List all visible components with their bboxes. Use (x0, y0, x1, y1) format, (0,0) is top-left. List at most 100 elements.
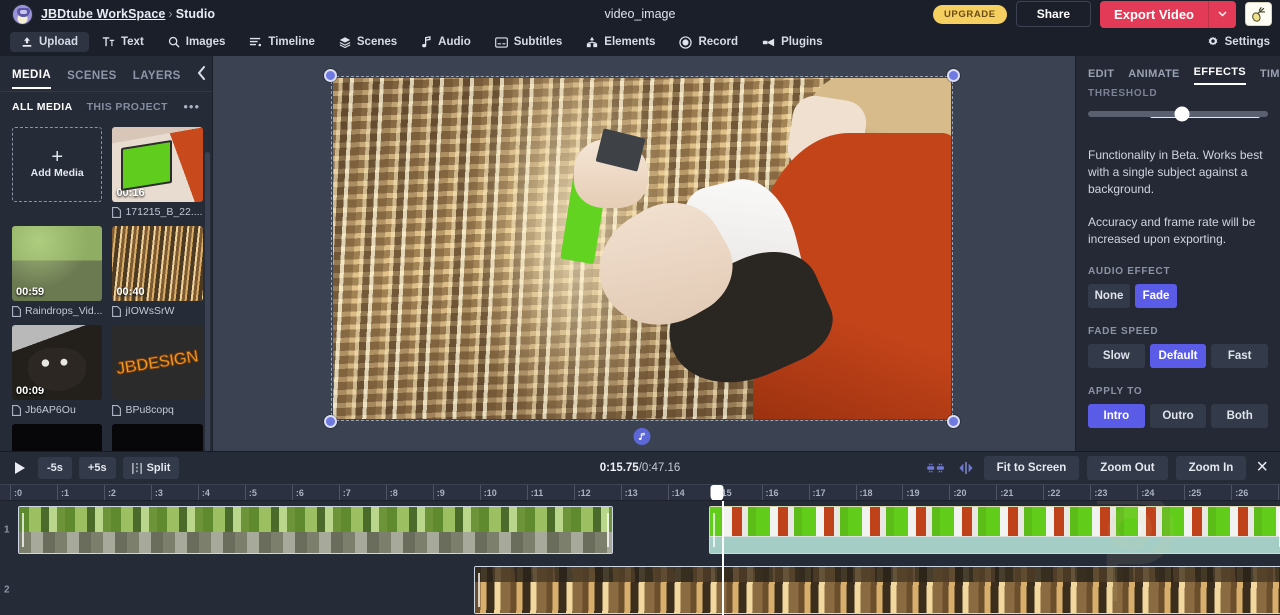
right-panel: EDIT ANIMATE EFFECTS TIMING THRESHOLD Fu… (1075, 56, 1280, 451)
share-button[interactable]: Share (1015, 1, 1092, 27)
timeline-icon (250, 37, 262, 47)
media-item[interactable] (12, 424, 103, 451)
timeline-clip[interactable] (709, 506, 1280, 554)
clip-trim-handle-left[interactable] (477, 573, 480, 607)
nav-item-text[interactable]: Text (91, 32, 155, 52)
tab-edit[interactable]: EDIT (1088, 68, 1114, 85)
apply-to-both[interactable]: Both (1211, 404, 1269, 428)
tab-effects[interactable]: EFFECTS (1193, 66, 1246, 85)
media-scrollbar[interactable] (205, 152, 210, 452)
timeline-toolbar: -5s +5s Split 0:15.75 / 0:47.16 Fit to S… (0, 451, 1280, 484)
add-media-button[interactable]: + Add Media (12, 127, 103, 202)
media-name-row: 171215_B_22.... (112, 206, 203, 218)
forward-5s-button[interactable]: +5s (78, 457, 116, 479)
file-icon (112, 404, 122, 416)
nav-item-record[interactable]: Record (668, 32, 749, 53)
filter-this-project[interactable]: THIS PROJECT (87, 101, 168, 113)
file-icon (12, 404, 21, 416)
nav-label-timeline: Timeline (268, 36, 315, 48)
clip-audio-waveform (710, 535, 1280, 553)
playhead[interactable] (721, 501, 724, 615)
media-item[interactable]: 00:16 171215_B_22.... (112, 127, 203, 218)
media-item[interactable]: 00:09 Jb6AP6Ou (12, 325, 103, 416)
audio-effect-none[interactable]: None (1088, 284, 1130, 308)
audio-effect-fade[interactable]: Fade (1135, 284, 1177, 308)
nav-label-plugins: Plugins (781, 36, 823, 48)
audio-note-icon[interactable] (633, 428, 651, 445)
tab-timing[interactable]: TIMING (1260, 68, 1280, 85)
nav-item-plugins[interactable]: Plugins (751, 32, 834, 52)
tab-animate[interactable]: ANIMATE (1128, 68, 1179, 85)
ruler-tick: :2 (103, 485, 116, 500)
export-dropdown-caret[interactable] (1208, 0, 1236, 28)
ellipsis-icon[interactable]: ••• (183, 100, 200, 113)
split-button[interactable]: Split (122, 457, 180, 479)
apply-to-outro[interactable]: Outro (1149, 404, 1207, 428)
collapse-tracks-icon-button[interactable] (924, 459, 948, 477)
media-name: 171215_B_22.... (125, 206, 203, 218)
media-duration: 00:09 (16, 385, 45, 397)
clip-trim-handle-left[interactable] (21, 513, 24, 547)
breadcrumb-studio[interactable]: Studio (176, 7, 215, 21)
breadcrumb-workspace[interactable]: JBDtube WorkSpace (41, 7, 165, 21)
media-item[interactable]: JBDESIGN BPu8copq (112, 325, 203, 416)
media-item[interactable] (112, 424, 203, 451)
nav-item-timeline[interactable]: Timeline (238, 32, 325, 52)
nav-item-upload[interactable]: Upload (10, 32, 89, 52)
zoom-out-button[interactable]: Zoom Out (1087, 456, 1168, 480)
threshold-slider-knob[interactable] (1174, 106, 1190, 122)
tab-media[interactable]: MEDIA (12, 69, 52, 89)
ruler-tick: :6 (291, 485, 304, 500)
media-thumbnail (12, 424, 103, 451)
ruler-tick: :13 (620, 485, 638, 500)
media-thumbnail: 00:09 (12, 325, 103, 400)
fit-to-screen-button[interactable]: Fit to Screen (983, 456, 1080, 480)
threshold-slider[interactable] (1088, 106, 1268, 122)
close-timeline-button[interactable]: × (1254, 457, 1274, 477)
timeline-ruler[interactable]: :0:1:2:3:4:5:6:7:8:9:10:11:12:13:14:15:1… (0, 484, 1280, 501)
nav-label-audio: Audio (438, 36, 471, 48)
media-thumbnail (112, 424, 203, 451)
resize-handle-bottom-right[interactable] (947, 415, 960, 428)
resize-handle-top-left[interactable] (324, 69, 337, 82)
upgrade-button[interactable]: UPGRADE (932, 4, 1007, 24)
resize-handle-top-right[interactable] (947, 69, 960, 82)
collapse-tracks-icon (926, 463, 944, 473)
timeline-clip[interactable] (473, 566, 1280, 614)
fade-speed-fast[interactable]: Fast (1211, 344, 1269, 368)
clip-trim-handle-right[interactable] (607, 513, 610, 547)
app-root: JBDtube WorkSpace › Studio video_image UPG… (0, 0, 1280, 615)
chevron-down-icon (1218, 11, 1227, 17)
fade-speed-default[interactable]: Default (1149, 344, 1207, 368)
tab-scenes[interactable]: SCENES (67, 70, 117, 88)
nav-item-elements[interactable]: Elements (575, 32, 666, 52)
avatar[interactable] (12, 3, 33, 25)
apply-to-intro[interactable]: Intro (1088, 404, 1145, 428)
clip-trim-handle-left[interactable] (713, 513, 716, 547)
media-name: Jb6AP6Ou (25, 404, 76, 416)
subtitles-icon (494, 36, 508, 48)
rewind-5s-button[interactable]: -5s (38, 457, 72, 479)
export-video-button[interactable]: Export Video (1100, 0, 1208, 28)
collapse-panel-button[interactable] (197, 66, 206, 91)
music-note-icon (422, 36, 431, 48)
tab-layers[interactable]: LAYERS (133, 70, 181, 88)
play-button[interactable] (8, 459, 31, 477)
nav-item-scenes[interactable]: Scenes (328, 32, 408, 52)
preview-canvas[interactable] (324, 69, 960, 445)
nav-item-images[interactable]: Images (157, 32, 237, 52)
timeline-clip[interactable] (17, 506, 614, 554)
fade-speed-slow[interactable]: Slow (1088, 344, 1145, 368)
resize-handle-bottom-left[interactable] (324, 415, 337, 428)
nav-item-audio[interactable]: Audio (410, 32, 482, 52)
media-item[interactable]: 00:59 Raindrops_Vid... (12, 226, 103, 317)
settings-button[interactable]: Settings (1207, 36, 1270, 48)
timeline-tracks[interactable]: 12 (0, 501, 1280, 615)
nav-item-subtitles[interactable]: Subtitles (484, 32, 574, 52)
zoom-in-button[interactable]: Zoom In (1175, 456, 1247, 480)
lemon-branch-icon-button[interactable] (1245, 2, 1272, 26)
split-view-icon-button[interactable] (956, 459, 976, 477)
media-item[interactable]: 00:40 jIOWsSrW (112, 226, 203, 317)
filter-all-media[interactable]: ALL MEDIA (12, 101, 73, 113)
playhead-knob[interactable] (710, 485, 724, 500)
